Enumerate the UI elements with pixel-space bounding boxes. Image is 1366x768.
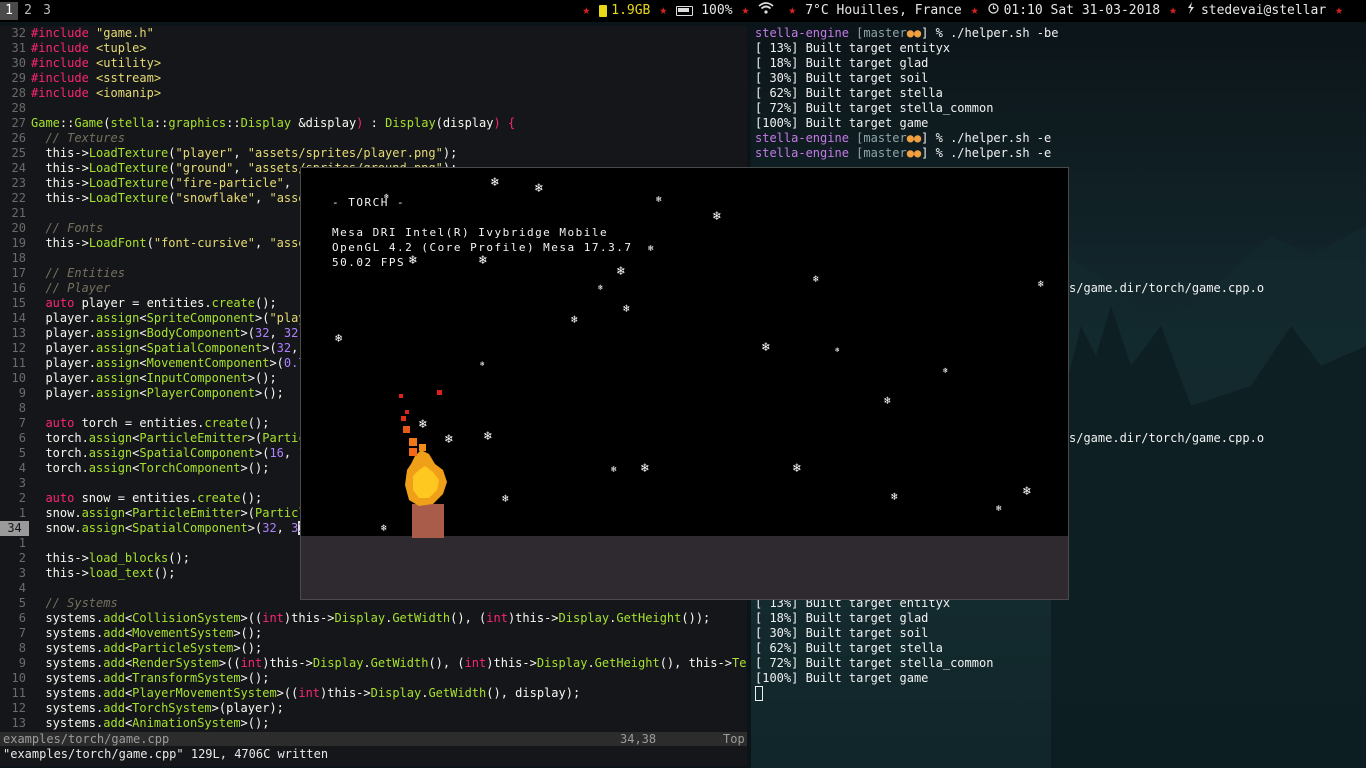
snowflake-icon: ❄: [762, 340, 770, 355]
snowflake-icon: ❄: [384, 192, 389, 201]
gpu-renderer: Mesa DRI Intel(R) Ivybridge Mobile: [332, 226, 609, 239]
wifi-icon: [758, 0, 774, 22]
snowflake-icon: ❄: [1038, 279, 1045, 290]
snowflake-icon: ❄: [571, 313, 578, 326]
code-line: 9 systems.add<RenderSystem>((int)this->D…: [18, 656, 747, 670]
code-line: 32 #include "game.h": [11, 26, 154, 40]
code-line: 12 systems.add<TorchSystem>(player);: [11, 701, 284, 715]
user-icon: [1186, 0, 1196, 22]
terminal-line: s/game.dir/torch/game.cpp.o: [1069, 281, 1265, 295]
snowflake-icon: ❄: [381, 523, 388, 534]
code-line: 11 systems.add<PlayerMovementSystem>((in…: [11, 686, 581, 700]
memory-icon: [599, 5, 608, 17]
snowflake-icon: ❄: [943, 366, 948, 375]
code-line: 31 #include <tuple>: [11, 41, 147, 55]
game-ground: [301, 536, 1068, 599]
game-window[interactable]: - TORCH - Mesa DRI Intel(R) Ivybridge Mo…: [300, 167, 1069, 600]
status-area: ★ 1.9GB ★ 100% ★ ★ 7°C Houilles, France …: [573, 0, 1352, 22]
game-title: - TORCH -: [332, 196, 406, 209]
code-line: 28: [11, 101, 26, 115]
datetime: 01:10 Sat 31-03-2018: [1003, 3, 1161, 18]
workspace-switcher: 1 2 3: [0, 2, 57, 20]
terminal-line: [100%] Built target game: [755, 671, 929, 685]
snowflake-icon: ❄: [835, 346, 840, 354]
editor-statusline: examples/torch/game.cpp 34,38 Top: [0, 732, 747, 746]
write-message: "examples/torch/game.cpp" 129L, 4706C wr…: [3, 747, 329, 761]
terminal-line: s/game.dir/torch/game.cpp.o: [1069, 431, 1265, 445]
snowflake-icon: ❄: [641, 461, 649, 476]
separator-star-icon: ★: [788, 3, 797, 18]
file-path: examples/torch/game.cpp: [3, 732, 170, 746]
code-line: 7 systems.add<MovementSystem>();: [18, 626, 263, 640]
terminal-line: [ 18%] Built target glad: [755, 611, 929, 625]
snowflake-icon: ❄: [598, 283, 603, 292]
fps-counter: 50.02 FPS: [332, 256, 406, 269]
snowflake-icon: ❄: [656, 195, 662, 205]
terminal-line: [ 72%] Built target stella_common: [755, 101, 994, 115]
snowflake-icon: ❄: [491, 175, 499, 190]
battery-level: 100%: [701, 3, 733, 18]
snowflake-icon: ❄: [793, 461, 801, 476]
code-line: 10 systems.add<TransformSystem>();: [11, 671, 270, 685]
snowflake-icon: ❄: [648, 244, 654, 254]
snowflake-icon: ❄: [409, 253, 417, 268]
cursor-position: 34,38: [620, 732, 657, 746]
terminal-line: stella-engine [master●●] % ./helper.sh -…: [755, 131, 1052, 145]
terminal-line: [ 13%] Built target entityx: [755, 41, 951, 55]
terminal-line: [ 62%] Built target stella: [755, 641, 943, 655]
snowflake-icon: ❄: [996, 504, 1002, 514]
scroll-position: Top: [723, 732, 745, 746]
top-status-bar: 1 2 3 ★ 1.9GB ★ 100% ★ ★ 7°C Houilles, F…: [0, 0, 1366, 22]
snowflake-icon: ❄: [891, 490, 898, 503]
snowflake-icon: ❄: [617, 264, 625, 279]
terminal-cursor-line: [755, 686, 763, 701]
code-line: 25 this->LoadTexture("player", "assets/s…: [11, 146, 458, 160]
snowflake-icon: ❄: [502, 492, 509, 505]
user-host: stedevai@stellar: [1200, 3, 1327, 18]
separator-star-icon: ★: [741, 3, 750, 18]
snowflake-icon: ❄: [713, 209, 721, 224]
snowflake-icon: ❄: [335, 331, 343, 345]
weather-status: 7°C Houilles, France: [805, 3, 962, 18]
memory-usage: 1.9GB: [611, 3, 651, 18]
code-line: 26 // Textures: [11, 131, 125, 145]
editor-command-line[interactable]: "examples/torch/game.cpp" 129L, 4706C wr…: [0, 746, 747, 766]
snowflake-icon: ❄: [1023, 484, 1031, 499]
snowflake-icon: ❄: [479, 253, 487, 268]
code-line: 29 #include <sstream>: [11, 71, 162, 85]
workspace-3[interactable]: 3: [38, 2, 56, 20]
battery-icon: [676, 6, 694, 16]
terminal-line: [ 30%] Built target soil: [755, 71, 929, 85]
snowflake-icon: ❄: [623, 302, 630, 315]
snowflake-icon: ❄: [535, 181, 543, 196]
code-line: 6 systems.add<CollisionSystem>((int)this…: [18, 611, 711, 625]
code-line: 27 Game::Game(stella::graphics::Display &…: [11, 116, 516, 130]
separator-star-icon: ★: [1335, 3, 1343, 18]
terminal-line: stella-engine [master●●] % ./helper.sh -…: [755, 146, 1052, 160]
snowflake-icon: ❄: [813, 274, 820, 285]
terminal-cursor: [755, 686, 763, 701]
code-line: 13 systems.add<AnimationSystem>();: [11, 716, 270, 730]
workspace-1[interactable]: 1: [0, 2, 18, 20]
separator-star-icon: ★: [970, 3, 979, 18]
terminal-line: [ 72%] Built target stella_common: [755, 656, 994, 670]
snowflake-icon: ❄: [884, 394, 891, 407]
separator-star-icon: ★: [659, 3, 668, 18]
snowflake-icon: ❄: [480, 360, 485, 368]
terminal-line: [ 30%] Built target soil: [755, 626, 929, 640]
code-line: 28 #include <iomanip>: [11, 86, 162, 100]
clock-icon: [987, 0, 999, 22]
workspace-2[interactable]: 2: [19, 2, 37, 20]
code-line: 8 systems.add<ParticleSystem>();: [18, 641, 263, 655]
terminal-line: [ 62%] Built target stella: [755, 86, 943, 100]
terminal-line: stella-engine [master●●] % ./helper.sh -…: [755, 26, 1059, 40]
snowflake-icon: ❄: [484, 429, 492, 444]
terminal-line: [100%] Built target game: [755, 116, 929, 130]
separator-star-icon: ★: [1169, 3, 1177, 18]
code-line: 30 #include <utility>: [11, 56, 162, 70]
terminal-line: [ 18%] Built target glad: [755, 56, 929, 70]
separator-star-icon: ★: [582, 3, 591, 18]
snowflake-icon: ❄: [611, 465, 617, 475]
